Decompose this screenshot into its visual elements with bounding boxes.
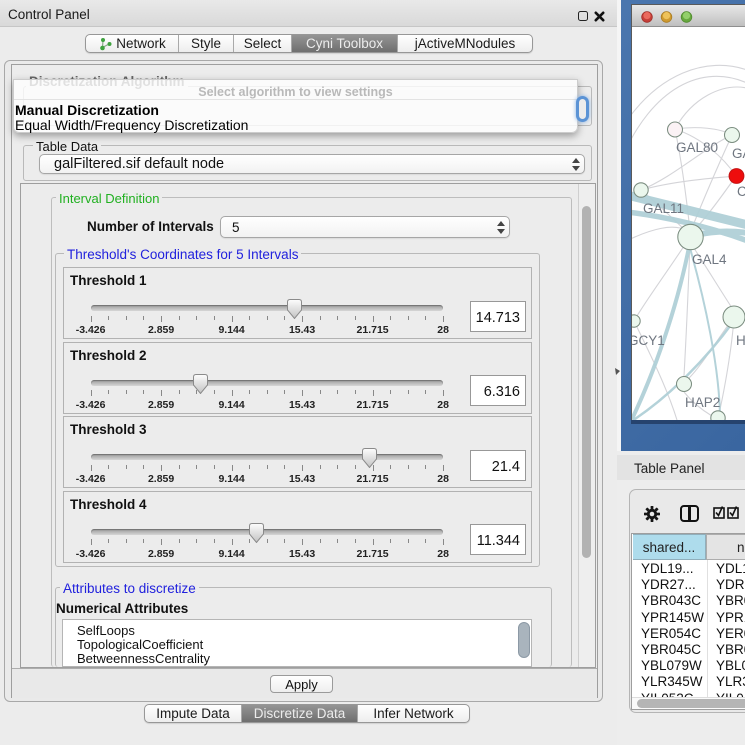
svg-text:C: C bbox=[737, 184, 745, 199]
svg-text:GAL80: GAL80 bbox=[676, 140, 718, 155]
svg-text:GCY1: GCY1 bbox=[632, 333, 665, 348]
svg-text:HAP2: HAP2 bbox=[685, 395, 720, 410]
svg-text:GAL4: GAL4 bbox=[692, 252, 727, 267]
svg-text:GAL11: GAL11 bbox=[643, 201, 684, 216]
svg-text:GA: GA bbox=[732, 146, 745, 161]
svg-text:H: H bbox=[736, 333, 745, 348]
